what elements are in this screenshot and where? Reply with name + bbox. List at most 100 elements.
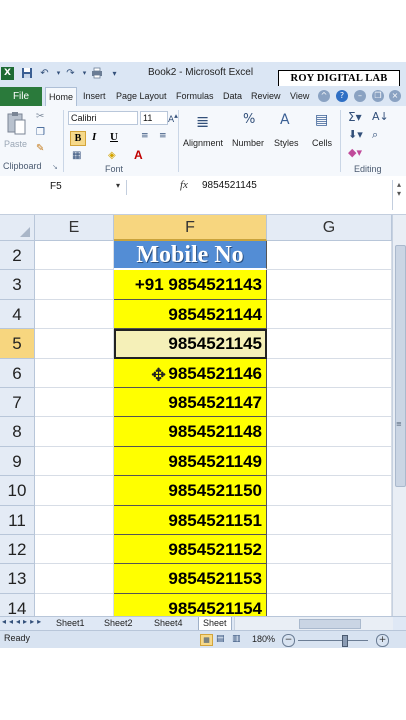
cell-e3[interactable] — [35, 270, 114, 300]
underline-button[interactable]: U — [110, 131, 118, 143]
row-header-12[interactable]: 12 — [0, 535, 35, 565]
minimize-icon[interactable]: – — [354, 90, 366, 102]
row-header-6[interactable]: 6 — [0, 358, 35, 388]
autosum-icon[interactable]: Σ▾ — [348, 110, 362, 124]
sheet-tab-2[interactable]: Sheet2 — [100, 617, 137, 630]
sheet-tab-active[interactable]: Sheet — [198, 617, 232, 631]
row-header-11[interactable]: 11 — [0, 505, 35, 535]
tab-page-layout[interactable]: Page Layout — [116, 89, 167, 103]
cell-f6[interactable]: 9854521146 — [114, 358, 267, 388]
normal-view-icon[interactable]: ▦ — [200, 634, 213, 646]
cell-g13[interactable] — [267, 564, 392, 594]
column-header-g[interactable]: G — [267, 215, 392, 241]
clipboard-launcher-icon[interactable]: ↘ — [52, 163, 58, 171]
cell-f4[interactable]: 9854521144 — [114, 299, 267, 330]
borders-icon[interactable]: ▦ — [72, 150, 81, 161]
align-center-icon[interactable]: ≡ — [159, 131, 167, 141]
row-header-10[interactable]: 10 — [0, 476, 35, 506]
cell-f8[interactable]: 9854521148 — [114, 417, 267, 447]
redo-icon[interactable]: ↷ — [64, 67, 77, 80]
paste-button[interactable]: Paste — [4, 139, 27, 149]
cell-g9[interactable] — [267, 446, 392, 477]
alignment-icon[interactable]: ≣ — [196, 112, 209, 131]
worksheet-grid[interactable]: E F G 2 Mobile No 3 +91 9854521143 4 98545211… — [0, 215, 392, 616]
collapse-ribbon-icon[interactable]: ^ — [318, 90, 330, 102]
cut-icon[interactable]: ✂ — [36, 111, 44, 122]
zoom-out-icon[interactable]: − — [282, 634, 295, 647]
tab-review[interactable]: Review — [251, 89, 281, 103]
cell-f14[interactable]: 9854521154 — [114, 593, 267, 616]
format-painter-icon[interactable]: ✎ — [36, 143, 44, 154]
customize-toolbar-icon[interactable]: ▾ — [108, 67, 121, 80]
number-button[interactable]: Number — [232, 138, 264, 148]
cell-e11[interactable] — [35, 505, 114, 535]
tab-view[interactable]: View — [290, 89, 309, 103]
save-icon[interactable] — [20, 67, 33, 80]
row-header-4[interactable]: 4 — [0, 299, 35, 330]
zoom-in-icon[interactable]: + — [376, 634, 389, 647]
cell-e2[interactable] — [35, 241, 114, 271]
styles-button[interactable]: Styles — [274, 138, 299, 148]
align-left-icon[interactable]: ≡ — [141, 131, 149, 141]
tab-home[interactable]: Home — [45, 87, 78, 107]
bold-button[interactable]: B — [70, 131, 86, 146]
restore-icon[interactable]: ❐ — [372, 90, 384, 102]
cell-e10[interactable] — [35, 476, 114, 506]
font-size-box[interactable]: 11 — [140, 111, 168, 125]
cells-button[interactable]: Cells — [312, 138, 332, 148]
cell-g12[interactable] — [267, 535, 392, 565]
cells-icon[interactable]: ▤ — [315, 112, 328, 128]
paste-icon[interactable] — [6, 110, 26, 136]
sheet-tab-1[interactable]: Sheet1 — [52, 617, 89, 630]
name-box-dropdown-icon[interactable]: ▾ — [116, 181, 120, 190]
cell-f11[interactable]: 9854521151 — [114, 505, 267, 535]
row-header-2[interactable]: 2 — [0, 241, 35, 271]
cell-f7[interactable]: 9854521147 — [114, 388, 267, 418]
font-name-box[interactable]: Calibri — [68, 111, 138, 125]
cell-e14[interactable] — [35, 593, 114, 616]
page-break-view-icon[interactable]: ▥ — [232, 634, 241, 644]
cell-g4[interactable] — [267, 299, 392, 330]
cell-f9[interactable]: 9854521149 — [114, 446, 267, 477]
cell-e13[interactable] — [35, 564, 114, 594]
cell-f3[interactable]: +91 9854521143 — [114, 270, 267, 300]
zoom-slider-track[interactable] — [298, 640, 368, 641]
sheet-tab-4[interactable]: Sheet4 — [150, 617, 187, 630]
fill-icon[interactable]: ⬇▾ — [348, 128, 363, 141]
cell-g6[interactable] — [267, 358, 392, 388]
find-select-icon[interactable]: ⌕ — [372, 128, 378, 142]
alignment-button[interactable]: Alignment — [183, 138, 223, 148]
percent-icon[interactable]: % — [243, 112, 255, 127]
formula-input[interactable]: 9854521145 — [202, 180, 257, 191]
cell-e6[interactable] — [35, 358, 114, 388]
cell-e9[interactable] — [35, 446, 114, 477]
cell-e8[interactable] — [35, 417, 114, 447]
horizontal-scrollbar-thumb[interactable] — [299, 619, 361, 629]
help-icon[interactable]: ? — [336, 90, 348, 102]
column-header-f[interactable]: F — [114, 215, 267, 241]
insert-function-button[interactable]: fx — [180, 179, 188, 191]
expand-formula-bar-icon[interactable]: ▴ ▾ — [392, 180, 405, 210]
copy-icon[interactable]: ❐ — [36, 127, 45, 138]
font-color-icon[interactable]: A — [134, 148, 143, 162]
zoom-slider-thumb[interactable] — [342, 635, 348, 647]
clear-icon[interactable]: ◆▾ — [348, 146, 362, 159]
cell-g2[interactable] — [267, 241, 392, 271]
cell-g8[interactable] — [267, 417, 392, 447]
cell-e12[interactable] — [35, 535, 114, 565]
cell-f5[interactable]: 9854521145 — [114, 329, 267, 359]
styles-icon[interactable]: A — [280, 112, 290, 128]
cell-g10[interactable] — [267, 476, 392, 506]
tab-data[interactable]: Data — [223, 89, 242, 103]
cell-e4[interactable] — [35, 299, 114, 330]
cell-f13[interactable]: 9854521153 — [114, 564, 267, 594]
fill-color-icon[interactable]: ◈ — [108, 150, 116, 161]
cell-f10[interactable]: 9854521150 — [114, 476, 267, 506]
row-header-13[interactable]: 13 — [0, 564, 35, 594]
increase-font-icon[interactable]: A▴ — [168, 111, 178, 125]
tab-file[interactable]: File — [0, 87, 42, 106]
row-header-14[interactable]: 14 — [0, 593, 35, 616]
cell-g14[interactable] — [267, 593, 392, 616]
row-header-8[interactable]: 8 — [0, 417, 35, 447]
cell-f12[interactable]: 9854521152 — [114, 535, 267, 565]
